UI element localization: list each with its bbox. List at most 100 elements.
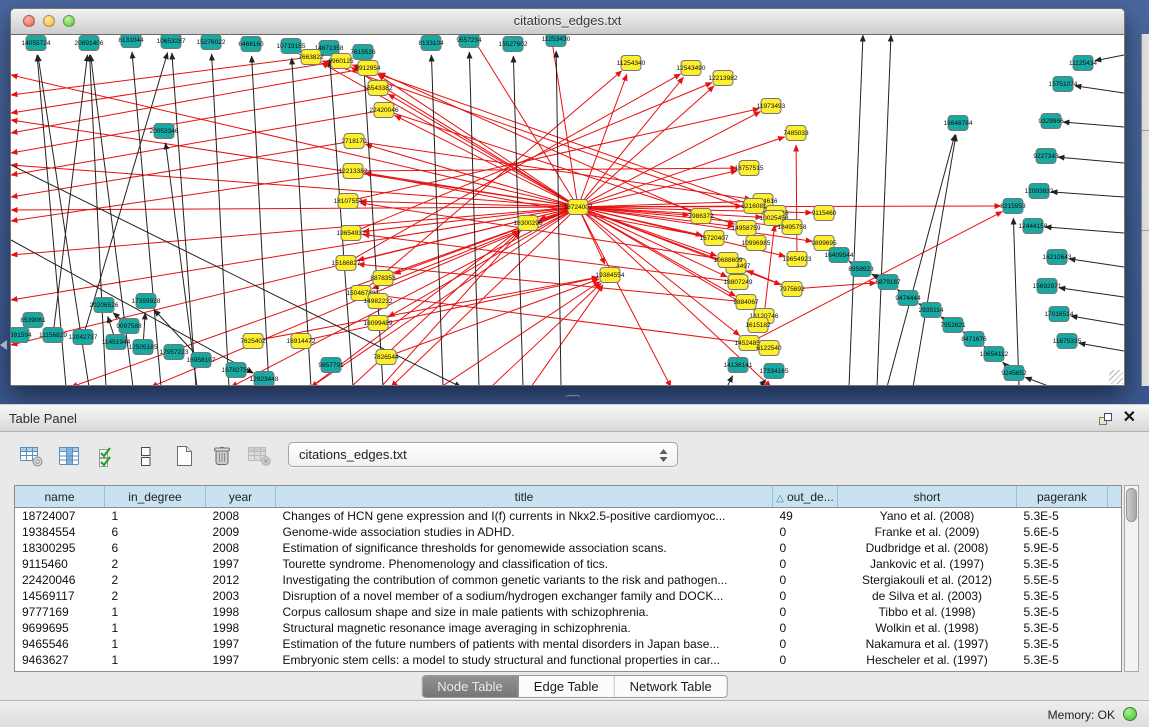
graph-node[interactable]: 18107554 (334, 194, 363, 209)
graph-node[interactable]: 19384554 (596, 268, 625, 283)
table-cell[interactable]: 5.9E-5 (1017, 540, 1108, 556)
window-titlebar[interactable]: citations_edges.txt (11, 9, 1124, 35)
table-cell[interactable]: 5.3E-5 (1017, 604, 1108, 620)
graph-node[interactable]: 7485033 (783, 126, 809, 141)
table-cell[interactable]: 9463627 (15, 652, 105, 668)
table-cell[interactable]: 1 (105, 652, 206, 668)
table-cell[interactable]: Nakamura et al. (1997) (838, 636, 1017, 652)
graph-node[interactable]: 9857791 (318, 358, 344, 373)
graph-node[interactable]: 2718170 (341, 134, 367, 149)
table-cell[interactable]: 0 (773, 556, 838, 572)
minimize-window-button[interactable] (43, 15, 55, 27)
table-cell[interactable]: 0 (773, 636, 838, 652)
table-cell[interactable]: Estimation of significance thresholds fo… (276, 540, 773, 556)
tab-network-table[interactable]: Network Table (615, 676, 727, 697)
graph-node[interactable]: 7625402 (240, 334, 266, 349)
graph-node[interactable]: 8878353 (370, 271, 396, 286)
graph-node[interactable]: 6466160 (238, 37, 264, 52)
graph-node[interactable]: 7975692 (779, 282, 805, 297)
graph-node[interactable]: 19654932 (337, 226, 366, 241)
table-cell[interactable]: 18300295 (15, 540, 105, 556)
graph-node[interactable]: 17016514 (1045, 307, 1074, 322)
table-cell[interactable]: 1 (105, 508, 206, 525)
table-row[interactable]: 1872400712008Changes of HCN gene express… (15, 508, 1121, 525)
table-cell[interactable]: 5.3E-5 (1017, 620, 1108, 636)
close-window-button[interactable] (23, 15, 35, 27)
table-cell[interactable]: Investigating the contribution of common… (276, 572, 773, 588)
graph-node[interactable]: 9097588 (116, 319, 142, 334)
graph-node[interactable]: 10653287 (157, 35, 186, 49)
table-cell[interactable]: 2 (105, 572, 206, 588)
table-selector-dropdown[interactable]: citations_edges.txt (288, 442, 678, 467)
scrollbar-thumb[interactable] (1126, 488, 1137, 522)
table-cell[interactable]: 1997 (206, 556, 276, 572)
graph-node[interactable]: 19654923 (783, 252, 812, 267)
table-cell[interactable]: Genome-wide association studies in ADHD. (276, 524, 773, 540)
graph-node[interactable]: 17334165 (760, 364, 789, 379)
graph-node[interactable]: 15276022 (197, 35, 226, 50)
table-cell[interactable]: Corpus callosum shape and size in male p… (276, 604, 773, 620)
graph-node[interactable]: 2935114 (919, 303, 944, 318)
table-cell[interactable]: 49 (773, 508, 838, 525)
graph-node[interactable]: 8958923 (848, 262, 874, 277)
graph-node[interactable]: 22420046 (370, 103, 399, 118)
graph-node[interactable]: 16648784 (944, 116, 973, 131)
table-cell[interactable]: 5.3E-5 (1017, 652, 1108, 668)
graph-node[interactable]: 9884067 (733, 295, 759, 310)
graph-node[interactable]: 7986372 (688, 209, 714, 224)
graph-node[interactable]: 14982232 (364, 294, 393, 309)
show-columns-icon[interactable] (56, 442, 83, 470)
tab-node-table[interactable]: Node Table (422, 676, 519, 697)
graph-node[interactable]: 15527602 (499, 37, 528, 52)
table-cell[interactable]: Wolkin et al. (1998) (838, 620, 1017, 636)
graph-node[interactable]: 9115460 (812, 206, 837, 221)
graph-node[interactable]: 9329966 (1038, 114, 1064, 129)
graph-node[interactable]: 12042737 (69, 330, 98, 345)
table-cell[interactable]: 1 (105, 636, 206, 652)
graph-node[interactable]: 8539061 (20, 313, 46, 328)
table-cell[interactable]: 2012 (206, 572, 276, 588)
table-cell[interactable]: 0 (773, 540, 838, 556)
graph-node[interactable]: 11156829 (39, 328, 67, 343)
splitter-collapse-arrow[interactable] (0, 340, 7, 350)
graph-node[interactable]: 10996985 (742, 236, 771, 251)
table-cell[interactable]: 5.5E-5 (1017, 572, 1108, 588)
select-all-icon[interactable] (94, 442, 121, 470)
graph-node[interactable]: 9557234 (456, 35, 482, 48)
table-cell[interactable]: 1997 (206, 636, 276, 652)
table-row[interactable]: 946554611997Estimation of the future num… (15, 636, 1121, 652)
graph-node[interactable]: 14055724 (22, 36, 51, 51)
graph-node[interactable]: 18807249 (724, 275, 753, 290)
graph-node[interactable]: 8133104 (418, 36, 444, 51)
graph-node[interactable]: 11125434 (1069, 56, 1097, 71)
table-cell[interactable]: 5.3E-5 (1017, 588, 1108, 604)
table-cell[interactable]: 19384554 (15, 524, 105, 540)
table-cell[interactable]: 18724007 (15, 508, 105, 525)
graph-node[interactable]: 8912954 (355, 61, 381, 76)
column-header-pagerank[interactable]: pagerank (1017, 486, 1108, 508)
graph-node[interactable]: 18300295 (514, 216, 543, 231)
column-header-in_degree[interactable]: in_degree (105, 486, 206, 508)
table-cell[interactable]: 9465546 (15, 636, 105, 652)
table-row[interactable]: 969969511998Structural magnetic resonanc… (15, 620, 1121, 636)
table-cell[interactable]: 5.3E-5 (1017, 556, 1108, 572)
table-cell[interactable]: 9777169 (15, 604, 105, 620)
graph-node[interactable]: 16210643 (1043, 250, 1072, 265)
float-panel-icon[interactable] (1098, 412, 1113, 427)
table-cell[interactable]: 2008 (206, 508, 276, 525)
table-scrollbar[interactable] (1124, 485, 1139, 672)
table-cell[interactable]: Stergiakouli et al. (2012) (838, 572, 1017, 588)
graph-node[interactable]: 20053346 (150, 124, 179, 139)
graph-node[interactable]: 11973493 (757, 99, 786, 114)
graph-node[interactable]: 8215953 (1000, 199, 1026, 214)
graph-node[interactable]: 9227343 (1033, 149, 1059, 164)
table-cell[interactable]: Disruption of a novel member of a sodium… (276, 588, 773, 604)
column-header-name[interactable]: name (15, 486, 105, 508)
graph-node[interactable]: 16958107 (187, 353, 216, 368)
table-cell[interactable]: 9115460 (15, 556, 105, 572)
graph-node[interactable]: 6216081 (741, 199, 767, 214)
table-cell[interactable]: Estimation of the future numbers of pati… (276, 636, 773, 652)
graph-node[interactable]: 12093832 (1025, 184, 1054, 199)
graph-node[interactable]: 20206526 (90, 298, 119, 313)
table-cell[interactable]: Structural magnetic resonance image aver… (276, 620, 773, 636)
